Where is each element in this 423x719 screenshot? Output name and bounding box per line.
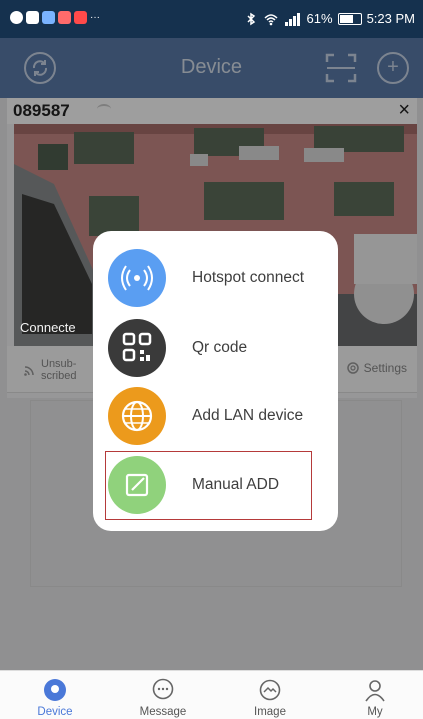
nav-label-message: Message <box>139 706 187 718</box>
globe-icon <box>108 387 166 445</box>
nav-message[interactable]: Message <box>118 671 208 719</box>
system-status: 61% 5:23 PM <box>244 11 415 26</box>
connection-status: Connecte <box>20 320 76 335</box>
nav-label-device: Device <box>37 706 73 718</box>
signal-icon <box>284 12 300 26</box>
status-bar: ··· 61% 5:23 PM <box>0 0 423 38</box>
battery-icon <box>337 12 362 25</box>
qr-code-icon <box>108 319 166 377</box>
mail-icon <box>26 11 39 24</box>
menu-label-qr-code: Qr code <box>192 339 248 356</box>
manual-add-highlight <box>105 451 312 520</box>
menu-item-qr-code[interactable]: Qr code <box>93 314 338 381</box>
more-icon: ··· <box>90 12 100 23</box>
message-icon <box>152 678 174 700</box>
device-icon <box>44 679 66 701</box>
nav-label-image: Image <box>254 706 286 718</box>
message-icon <box>42 11 55 24</box>
nav-my[interactable]: My <box>330 671 420 719</box>
nav-device[interactable]: Device <box>10 671 100 719</box>
nav-label-my: My <box>367 706 383 718</box>
menu-label-hotspot-connect: Hotspot connect <box>192 269 305 286</box>
wifi-icon <box>264 13 278 25</box>
app-icon <box>58 11 71 24</box>
menu-label-add-lan-device: Add LAN device <box>192 407 304 424</box>
menu-item-add-lan-device[interactable]: Add LAN device <box>93 382 338 449</box>
clock: 5:23 PM <box>366 11 415 26</box>
nav-image[interactable]: Image <box>225 671 315 719</box>
image-icon <box>259 679 281 701</box>
notification-icons: ··· <box>10 11 100 24</box>
menu-item-hotspot-connect[interactable]: Hotspot connect <box>93 244 338 311</box>
news-icon <box>74 11 87 24</box>
bluetooth-icon <box>247 12 255 25</box>
user-icon <box>365 680 385 702</box>
chat-icon <box>10 11 23 24</box>
battery-percent: 61% <box>306 11 333 26</box>
bottom-nav: Device Message Image My <box>0 670 423 719</box>
hotspot-icon <box>108 249 166 307</box>
